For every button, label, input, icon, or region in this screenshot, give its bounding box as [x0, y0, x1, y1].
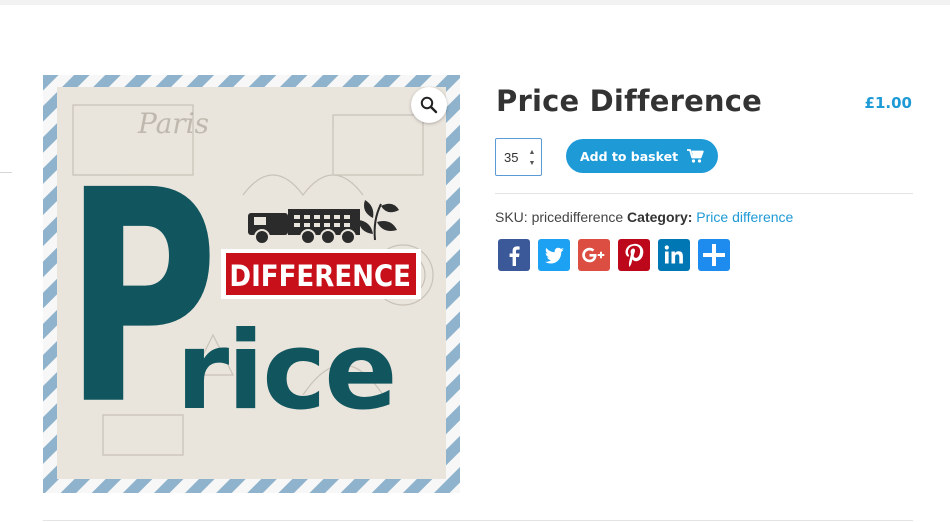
facebook-icon[interactable]	[498, 239, 530, 271]
share-icon[interactable]	[698, 239, 730, 271]
add-to-basket-button[interactable]: Add to basket	[566, 139, 718, 173]
price-logo-rice: rice	[176, 309, 396, 434]
cart-icon	[687, 149, 704, 163]
top-bar	[0, 0, 950, 5]
category-label: Category:	[627, 209, 693, 225]
decrement-arrow-icon[interactable]: ▼	[529, 159, 536, 168]
sku-label: SKU:	[495, 209, 528, 225]
linkedin-icon[interactable]	[658, 239, 690, 271]
quantity-stepper[interactable]: ▲ ▼	[495, 138, 542, 176]
summary-divider	[495, 193, 913, 194]
left-edge-tick	[0, 172, 12, 173]
magnifier-icon	[420, 96, 438, 114]
banner-text: DIFFERENCE	[229, 259, 411, 294]
share-buttons	[498, 239, 730, 271]
google-plus-icon[interactable]	[578, 239, 610, 271]
pinterest-icon[interactable]	[618, 239, 650, 271]
product-image-graphic: Paris P DIFFERENCE rice	[43, 75, 460, 493]
sku-value: pricedifference	[531, 209, 624, 225]
quantity-input[interactable]	[496, 149, 526, 165]
tabs-divider	[43, 520, 913, 521]
increment-arrow-icon[interactable]: ▲	[529, 148, 536, 157]
product-image[interactable]: Paris P DIFFERENCE rice	[43, 75, 460, 493]
product-meta: SKU: pricedifference Category: Price dif…	[495, 209, 793, 225]
category-link[interactable]: Price difference	[696, 209, 793, 225]
twitter-icon[interactable]	[538, 239, 570, 271]
zoom-button[interactable]	[411, 87, 447, 123]
truck-icon	[248, 209, 360, 245]
product-title: Price Difference	[496, 84, 763, 118]
product-price: £1.00	[864, 94, 912, 112]
quantity-spinner[interactable]: ▲ ▼	[527, 148, 537, 168]
add-to-basket-label: Add to basket	[579, 148, 679, 164]
